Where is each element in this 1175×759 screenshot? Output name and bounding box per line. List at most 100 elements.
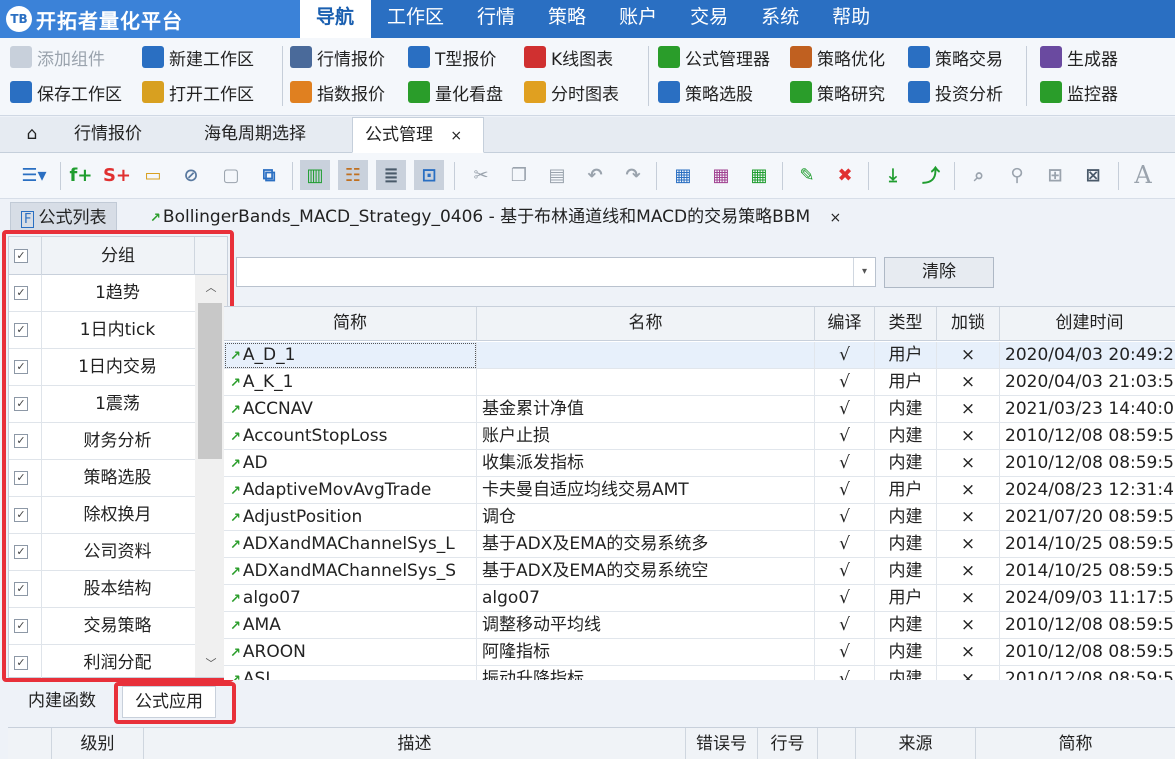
edit-icon[interactable]: ✎ <box>792 160 822 190</box>
table-row[interactable]: ↗ASI 振动升降指标 √ 内建 × 2010/12/08 08:59:5 <box>224 666 1175 680</box>
tab-formula-file[interactable]: ↗ BollingerBands_MACD_Strategy_0406 - 基于布… <box>140 202 851 233</box>
ribbon-add-component-button[interactable]: 添加组件 <box>10 42 105 72</box>
ribbon-kline-button[interactable]: K线图表 <box>524 42 613 72</box>
menu-help[interactable]: 帮助 <box>816 0 887 38</box>
table-row[interactable]: ↗ AdjustPosition 调仓 √ 内建 × 2021/07/20 08:59:5 <box>224 504 1175 531</box>
copy-icon[interactable]: ❐ <box>504 160 534 190</box>
tab-quote[interactable]: 行情报价 <box>62 117 154 153</box>
menu-nav[interactable]: 导航 <box>300 0 372 38</box>
new-strategy-icon[interactable]: S+ <box>102 160 132 190</box>
cell-created-text: 2024/08/23 12:31:4 <box>1005 480 1174 500</box>
menu-workspace[interactable]: 工作区 <box>371 0 461 38</box>
dropdown-arrow-icon[interactable]: ▾ <box>853 258 875 286</box>
menu-strategy[interactable]: 策略 <box>532 0 603 38</box>
zoom-icon[interactable]: ⊠ <box>1078 160 1108 190</box>
ribbon-strategy-optimize-button[interactable]: 策略优化 <box>790 42 885 72</box>
ribbon-quant-board-button[interactable]: 量化看盘 <box>408 77 503 107</box>
list-view-icon[interactable]: ≣ <box>376 160 406 190</box>
menu-market[interactable]: 行情 <box>461 0 532 38</box>
column-header-created[interactable]: 创建时间 <box>1000 307 1175 341</box>
cell-lock: × <box>937 396 1000 423</box>
table-row[interactable]: ↗ ACCNAV 基金累计净值 √ 内建 × 2021/03/23 14:40:0 <box>224 396 1175 423</box>
ribbon-index-quote-button[interactable]: 指数报价 <box>290 77 385 107</box>
ribbon-quote-button[interactable]: 行情报价 <box>290 42 385 72</box>
ribbon-stock-pick-button[interactable]: 策略选股 <box>658 77 753 107</box>
column-header-compile[interactable]: 编译 <box>815 307 875 341</box>
cell-lock-text: × <box>960 588 976 608</box>
ribbon-t-quote-button[interactable]: T型报价 <box>408 42 496 72</box>
ribbon-strategy-research-button[interactable]: 策略研究 <box>790 77 885 107</box>
search-icon[interactable]: ⚲ <box>1002 160 1032 190</box>
menu-system[interactable]: 系统 <box>745 0 816 38</box>
redo-icon[interactable]: ↷ <box>618 160 648 190</box>
ribbon-label: 打开工作区 <box>169 84 254 105</box>
table-row[interactable]: ↗ AccountStopLoss 账户止损 √ 内建 × 2010/12/08 08:59… <box>224 423 1175 450</box>
tree-view-icon[interactable]: ☷ <box>338 160 368 190</box>
tab-builtin-functions[interactable]: 内建函数 <box>16 686 108 718</box>
formula-item-icon: ↗ <box>230 376 241 391</box>
table-row[interactable]: ↗ AD 收集派发指标 √ 内建 × 2010/12/08 08:59:5 <box>224 450 1175 477</box>
column-header-name[interactable]: 名称 <box>477 307 815 341</box>
font-icon[interactable]: A <box>1128 160 1158 190</box>
column-header-short-name[interactable]: 简称 <box>224 307 477 341</box>
menu-trade[interactable]: 交易 <box>674 0 745 38</box>
menu-account[interactable]: 账户 <box>603 0 674 38</box>
table-row[interactable]: ↗ ADXandMAChannelSys_S 基于ADX及EMA的交易系统空 √ 内建 ×… <box>224 558 1175 585</box>
table-row[interactable]: ↗ AMA 调整移动平均线 √ 内建 × 2010/12/08 08:59:5 <box>224 612 1175 639</box>
table-row[interactable]: ↗ algo07 algo07 √ 用户 × 2024/09/03 11:17:5 <box>224 585 1175 612</box>
table-row[interactable]: ↗ AdaptiveMovAvgTrade 卡夫曼自适应均线交易AMT √ 用户 × 202… <box>224 477 1175 504</box>
error-column-desc[interactable]: 描述 <box>144 728 686 759</box>
table-row[interactable]: ↗ AROON 阿隆指标 √ 内建 × 2010/12/08 08:59:5 <box>224 639 1175 666</box>
error-column-line[interactable]: 行号 <box>758 728 818 759</box>
compile-all-icon[interactable]: ▦ <box>706 160 736 190</box>
ribbon-intraday-chart-button[interactable]: 分时图表 <box>524 77 619 107</box>
ribbon-strategy-trade-button[interactable]: 策略交易 <box>908 42 1003 72</box>
error-column-level[interactable]: 级别 <box>52 728 144 759</box>
preview-icon[interactable]: ⊡ <box>414 160 444 190</box>
export-icon[interactable]: ⤴ <box>916 160 946 190</box>
view-dropdown-icon[interactable]: ☰▾ <box>14 160 54 190</box>
tab-formula-manage[interactable]: 公式管理 × <box>352 117 484 153</box>
clear-button[interactable]: 清除 <box>884 257 994 288</box>
cell-type: 内建 <box>875 423 937 450</box>
link-folder-icon[interactable]: ⊘ <box>176 160 206 190</box>
formula-item-icon: ↗ <box>230 646 241 661</box>
tab-close-icon[interactable]: × <box>450 128 462 144</box>
table-row[interactable]: ↗ ADXandMAChannelSys_L 基于ADX及EMA的交易系统多 √ 内建 ×… <box>224 531 1175 558</box>
find-in-files-icon[interactable]: ⌕ <box>964 160 994 190</box>
panel-toggle-icon[interactable]: ▥ <box>300 160 330 190</box>
new-function-icon[interactable]: f+ <box>66 160 96 190</box>
build-icon[interactable]: ▦ <box>744 160 774 190</box>
save-all-icon[interactable]: ⧉ <box>254 160 284 190</box>
ribbon-invest-analysis-button[interactable]: 投资分析 <box>908 77 1003 107</box>
error-column-source[interactable]: 来源 <box>856 728 976 759</box>
import-icon[interactable]: ⤓ <box>878 160 908 190</box>
tab-formula-list[interactable]: F 公式列表 <box>10 202 118 233</box>
tab-close-icon[interactable]: × <box>830 210 842 226</box>
save-icon[interactable]: ▢ <box>216 160 246 190</box>
compile-icon[interactable]: ▦ <box>668 160 698 190</box>
column-header-lock[interactable]: 加锁 <box>937 307 1000 341</box>
filter-combobox[interactable]: ▾ <box>236 257 876 287</box>
structure-icon[interactable]: ⊞ <box>1040 160 1070 190</box>
table-row[interactable]: ↗ A_D_1 √ 用户 × 2020/04/03 20:49:2 <box>224 342 1175 369</box>
ribbon-formula-manager-button[interactable]: 公式管理器 <box>658 42 770 72</box>
ribbon-generator-button[interactable]: 生成器 <box>1040 42 1118 72</box>
open-folder-icon[interactable]: ▭ <box>138 160 168 190</box>
cell-name-text: algo07 <box>482 588 540 608</box>
ribbon-open-workspace-button[interactable]: 打开工作区 <box>142 77 254 107</box>
ribbon-new-workspace-button[interactable]: 新建工作区 <box>142 42 254 72</box>
ribbon-monitor-button[interactable]: 监控器 <box>1040 77 1118 107</box>
paste-icon[interactable]: ▤ <box>542 160 572 190</box>
column-header-type[interactable]: 类型 <box>875 307 937 341</box>
tab-home[interactable]: ⌂ <box>10 117 54 153</box>
table-row[interactable]: ↗ A_K_1 √ 用户 × 2020/04/03 21:03:5 <box>224 369 1175 396</box>
error-column-code[interactable]: 错误号 <box>686 728 758 759</box>
delete-icon[interactable]: ✖ <box>830 160 860 190</box>
cell-compile: √ <box>815 531 875 558</box>
cut-icon[interactable]: ✂ <box>466 160 496 190</box>
undo-icon[interactable]: ↶ <box>580 160 610 190</box>
tab-turtle[interactable]: 海龟周期选择 <box>192 117 318 153</box>
ribbon-save-workspace-button[interactable]: 保存工作区 <box>10 77 122 107</box>
error-column-short-name[interactable]: 简称 <box>976 728 1175 759</box>
